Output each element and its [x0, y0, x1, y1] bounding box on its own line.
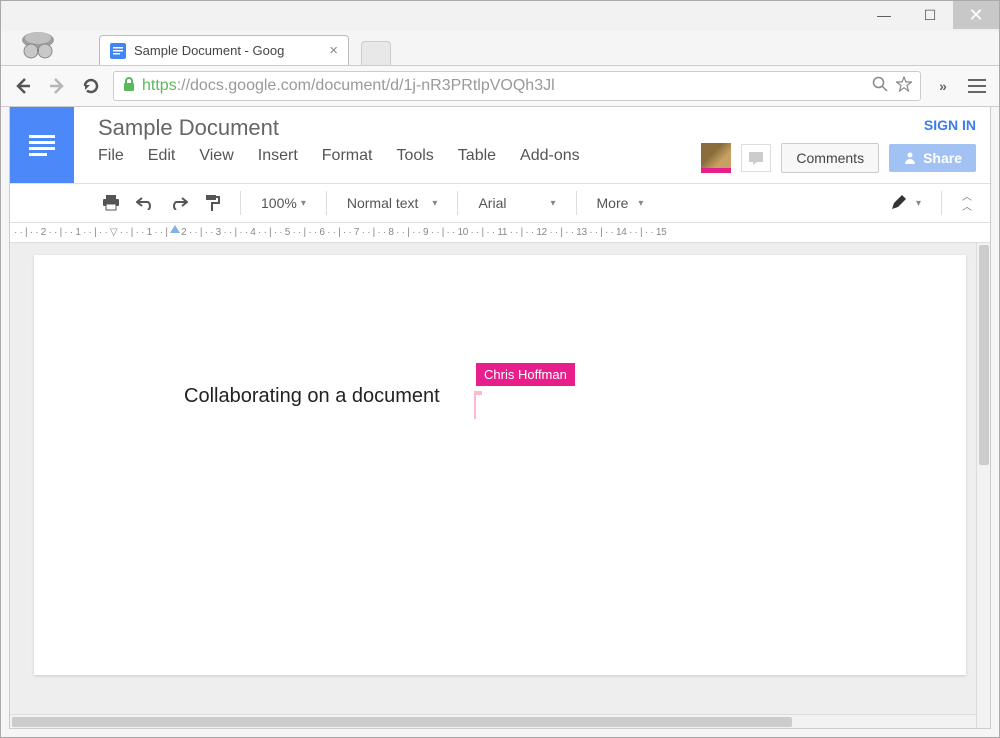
lock-icon: [122, 76, 136, 97]
docs-logo-icon[interactable]: [10, 107, 74, 183]
address-bar[interactable]: https://docs.google.com/document/d/1j-nR…: [113, 71, 921, 101]
close-button[interactable]: ✕: [953, 1, 999, 29]
undo-button[interactable]: [130, 196, 160, 210]
ruler-markings: · · | · · 2 · · | · · 1 · · | · · ▽ · · …: [14, 227, 666, 238]
chevron-down-icon: ▾: [432, 198, 437, 209]
browser-window: — ☐ ✕ Sample Document - Goog ×: [0, 0, 1000, 738]
maximize-button[interactable]: ☐: [907, 1, 953, 29]
collaborator-avatar[interactable]: [701, 143, 731, 173]
menu-file[interactable]: File: [98, 147, 124, 165]
omnibox-actions: [872, 76, 912, 97]
docs-header: Sample Document File Edit View Insert Fo…: [10, 107, 990, 183]
chat-icon[interactable]: [741, 144, 771, 172]
indent-marker-icon[interactable]: [170, 225, 180, 233]
chevron-down-icon: ▾: [550, 198, 555, 209]
browser-navbar: https://docs.google.com/document/d/1j-nR…: [1, 65, 999, 107]
menu-addons[interactable]: Add-ons: [520, 147, 580, 165]
menu-edit[interactable]: Edit: [148, 147, 176, 165]
horizontal-scrollbar[interactable]: [10, 714, 976, 728]
signin-link[interactable]: SIGN IN: [924, 117, 976, 133]
chevron-down-icon: ▾: [301, 198, 306, 209]
menu-tools[interactable]: Tools: [396, 147, 433, 165]
menu-bar: File Edit View Insert Format Tools Table…: [98, 147, 675, 173]
collaborator-name-label: Chris Hoffman: [476, 363, 575, 386]
paint-format-button[interactable]: [198, 194, 226, 212]
tab-title: Sample Document - Goog: [134, 43, 284, 58]
collaborator-cursor: [474, 395, 476, 419]
document-title[interactable]: Sample Document: [98, 115, 675, 141]
collapse-toolbar-button[interactable]: ︿︿: [956, 195, 978, 211]
scroll-thumb[interactable]: [979, 245, 989, 465]
document-content[interactable]: Collaborating on a document: [184, 385, 440, 407]
url-text: ://docs.google.com/document/d/1j-nR3PRtl…: [177, 77, 555, 95]
zoom-selector[interactable]: 100% ▾: [255, 195, 312, 211]
menu-table[interactable]: Table: [458, 147, 496, 165]
paragraph-style-selector[interactable]: Normal text ▾: [341, 195, 444, 211]
tab-close-icon[interactable]: ×: [329, 42, 338, 59]
comments-button[interactable]: Comments: [781, 143, 879, 173]
docs-favicon-icon: [110, 43, 126, 59]
back-button[interactable]: [11, 74, 35, 98]
more-tools-button[interactable]: More ▾: [591, 195, 650, 211]
font-selector[interactable]: Arial ▾: [472, 195, 561, 211]
incognito-icon: [15, 27, 61, 65]
share-label: Share: [923, 150, 962, 166]
forward-button[interactable]: [45, 74, 69, 98]
formatting-toolbar: 100% ▾ Normal text ▾ Arial ▾ More ▾ ▾: [10, 183, 990, 223]
chevron-down-icon: ▾: [916, 198, 921, 209]
new-tab-button[interactable]: [361, 41, 391, 65]
redo-button[interactable]: [164, 196, 194, 210]
star-icon[interactable]: [896, 76, 912, 97]
vertical-scrollbar[interactable]: [976, 243, 990, 728]
docs-app: Sample Document File Edit View Insert Fo…: [9, 107, 991, 729]
person-icon: [903, 151, 917, 165]
chevron-down-icon: ▾: [638, 198, 643, 209]
menu-insert[interactable]: Insert: [258, 147, 298, 165]
pencil-icon: [890, 195, 906, 211]
window-controls: — ☐ ✕: [861, 1, 999, 29]
overflow-button[interactable]: »: [931, 74, 955, 98]
scroll-thumb[interactable]: [12, 717, 792, 727]
ruler[interactable]: · · | · · 2 · · | · · 1 · · | · · ▽ · · …: [10, 223, 990, 243]
document-page[interactable]: Collaborating on a document Chris Hoffma…: [34, 255, 966, 675]
menu-format[interactable]: Format: [322, 147, 373, 165]
print-button[interactable]: [96, 195, 126, 211]
menu-button[interactable]: [965, 74, 989, 98]
browser-tab[interactable]: Sample Document - Goog ×: [99, 35, 349, 65]
minimize-button[interactable]: —: [861, 1, 907, 29]
editing-mode-button[interactable]: ▾: [884, 195, 927, 211]
document-canvas-area: Collaborating on a document Chris Hoffma…: [10, 243, 990, 728]
menu-view[interactable]: View: [199, 147, 233, 165]
reload-button[interactable]: [79, 74, 103, 98]
search-icon[interactable]: [872, 76, 888, 97]
tab-strip: Sample Document - Goog ×: [1, 31, 999, 65]
url-scheme: https: [142, 77, 177, 95]
window-titlebar: — ☐ ✕: [1, 1, 999, 31]
share-button[interactable]: Share: [889, 144, 976, 172]
